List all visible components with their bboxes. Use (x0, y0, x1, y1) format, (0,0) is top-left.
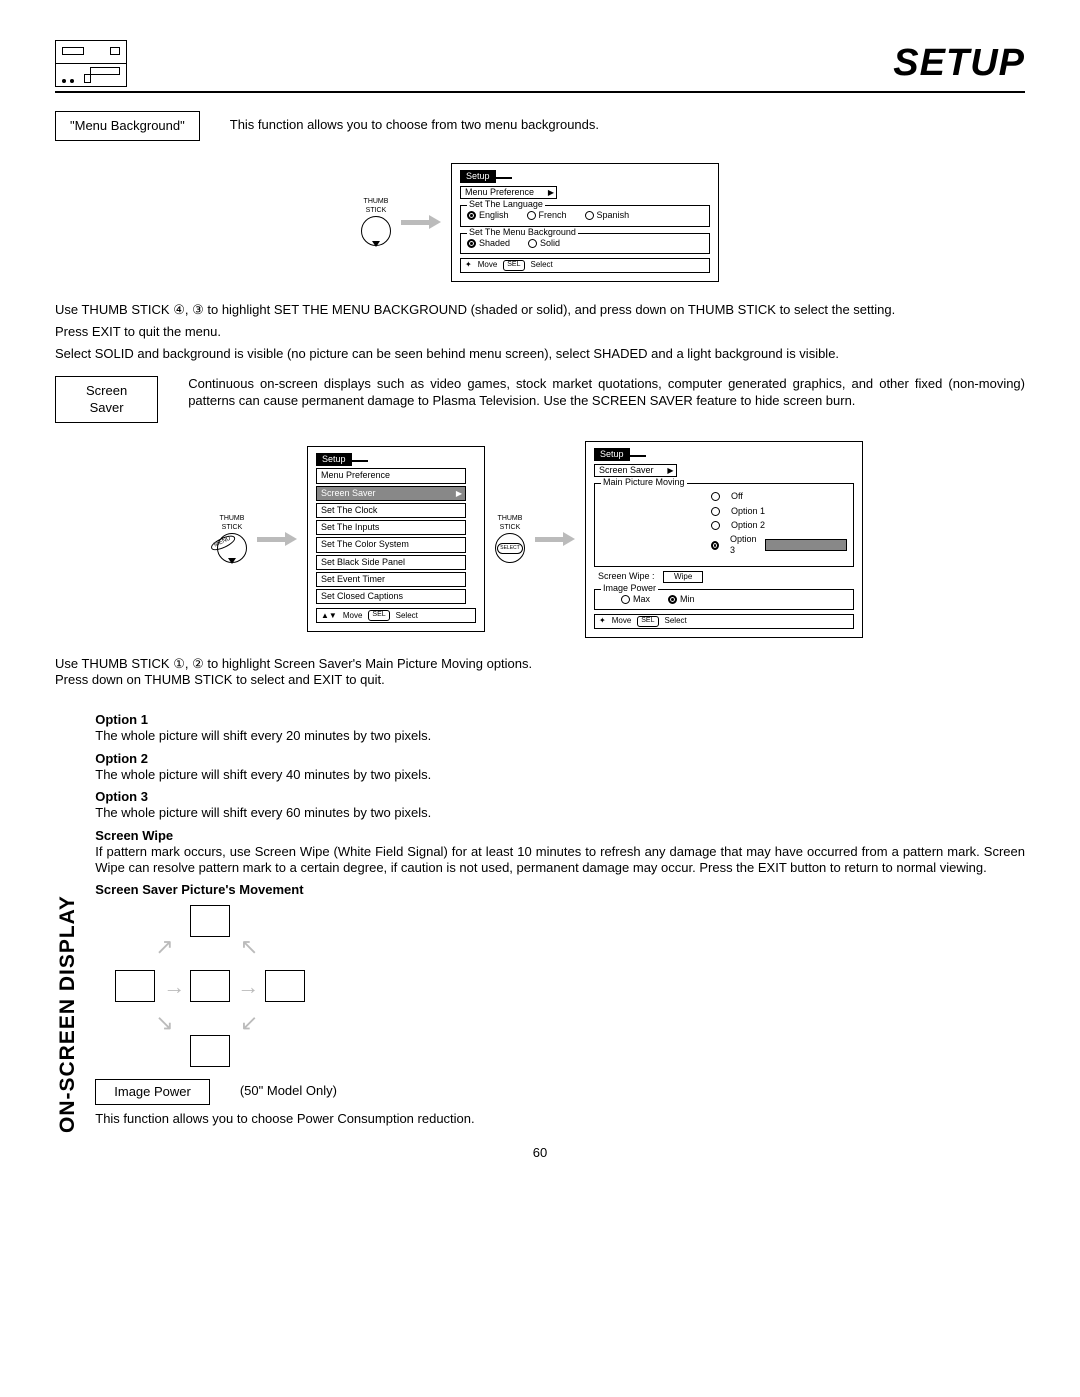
option3-title: Option 3 (95, 789, 148, 804)
option1-title: Option 1 (95, 712, 148, 727)
screen-wipe-title: Screen Wipe (95, 828, 173, 843)
movement-title: Screen Saver Picture's Movement (95, 882, 303, 897)
menu-bg-step2: Press EXIT to quit the menu. (55, 324, 1025, 340)
osd-screen-saver: Setup Screen Saver▶ Main Picture Moving … (585, 441, 863, 638)
menu-background-illustration: THUMB STICK Setup Menu Preference▶ Set T… (55, 153, 1025, 292)
sidebar-on-screen-display: ON-SCREEN DISPLAY (55, 706, 81, 1133)
arrow-icon (401, 215, 441, 229)
page-header: SETUP (55, 40, 1025, 88)
movement-diagram: ↗ ↗ → → ↗ ↗ (105, 905, 315, 1075)
osd-menu-preference: Setup Menu Preference▶ Set The Language … (451, 163, 719, 282)
screen-wipe-body: If pattern mark occurs, use Screen Wipe … (95, 844, 1025, 877)
thumbstick-icon: THUMB STICK (361, 198, 391, 247)
select-thumbstick: THUMB STICK SELECT (495, 515, 525, 564)
menu-background-desc: This function allows you to choose from … (230, 111, 599, 133)
ss-step1: Use THUMB STICK ①, ② to highlight Screen… (55, 656, 1025, 672)
menu-bg-step3: Select SOLID and background is visible (… (55, 346, 1025, 362)
menu-bg-step1: Use THUMB STICK ④, ③ to highlight SET TH… (55, 302, 1025, 318)
osd-setup-list: Setup Menu Preference Screen Saver▶ Set … (307, 446, 485, 632)
screen-saver-desc: Continuous on-screen displays such as vi… (188, 376, 1025, 409)
image-power-note: (50" Model Only) (240, 1079, 337, 1099)
option2-title: Option 2 (95, 751, 148, 766)
arrow-icon (535, 532, 575, 546)
image-power-label: Image Power (95, 1079, 210, 1105)
image-power-heading: Image Power (50" Model Only) (95, 1079, 1025, 1105)
ss-step2: Press down on THUMB STICK to select and … (55, 672, 1025, 688)
arrow-icon (257, 532, 297, 546)
menu-background-heading: "Menu Background" This function allows y… (55, 111, 1025, 141)
image-power-desc: This function allows you to choose Power… (95, 1111, 1025, 1127)
menu-button-thumbstick: THUMB STICK MENU (217, 515, 247, 564)
menu-background-label: "Menu Background" (55, 111, 200, 141)
device-icon (55, 40, 127, 87)
screen-saver-label: Screen Saver (55, 376, 158, 423)
screen-saver-heading: Screen Saver Continuous on-screen displa… (55, 376, 1025, 423)
option3-body: The whole picture will shift every 60 mi… (95, 805, 431, 820)
option1-body: The whole picture will shift every 20 mi… (95, 728, 431, 743)
page-number: 60 (55, 1145, 1025, 1161)
header-rule (55, 91, 1025, 93)
option2-body: The whole picture will shift every 40 mi… (95, 767, 431, 782)
page-title: SETUP (893, 40, 1025, 88)
screen-saver-illustration: THUMB STICK MENU Setup Menu Preference S… (55, 431, 1025, 648)
